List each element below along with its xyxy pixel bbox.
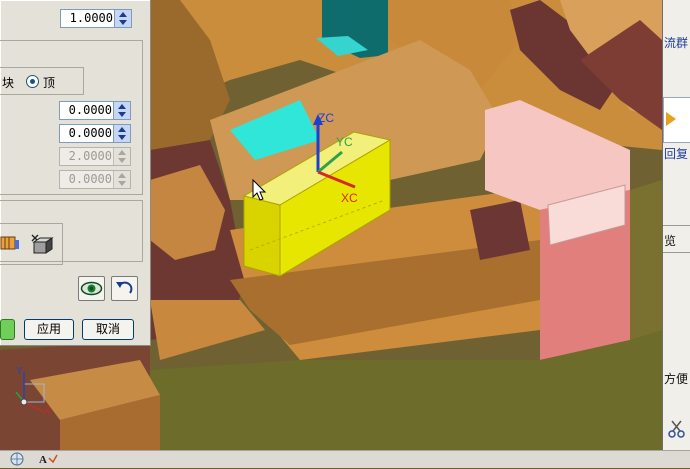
offset-spinner-1[interactable]: 0.0000 [59, 101, 131, 120]
olive-side [630, 180, 662, 340]
notch [470, 200, 530, 260]
status-bar: A [0, 450, 690, 468]
position-group: 块 顶 0.0000 0.0000 2.0000 0.0000 [0, 40, 143, 195]
yc-label: YC [336, 135, 353, 149]
tools-group [0, 200, 143, 265]
selection-box-side [243, 195, 281, 277]
tools-box [0, 223, 63, 265]
radio-top-button[interactable] [26, 75, 39, 88]
radio-top-label[interactable]: 顶 [43, 74, 55, 91]
offset-1-spin-buttons[interactable] [113, 102, 130, 119]
offset-value-3: 2.0000 [68, 149, 112, 163]
triad-x-label: X [44, 406, 51, 417]
zc-label: ZC [318, 111, 334, 125]
offset-value-4: 0.0000 [68, 172, 112, 186]
offset-3-spin-buttons[interactable] [113, 148, 130, 165]
globe-icon[interactable] [10, 452, 24, 466]
top-value-spin-buttons[interactable] [114, 10, 131, 27]
offset-value-1: 0.0000 [68, 103, 112, 117]
preview-button[interactable] [78, 276, 105, 301]
cancel-button[interactable]: 取消 [82, 319, 134, 340]
undo-button[interactable] [111, 276, 138, 301]
block-tool-icon[interactable] [0, 233, 20, 253]
panel-text-1[interactable]: 流群 [664, 34, 688, 51]
panel-text-4: 方便 [664, 372, 689, 386]
offset-spinner-2[interactable]: 0.0000 [59, 124, 131, 143]
triad-y-label: Y [16, 366, 23, 377]
apply-button[interactable]: 应用 [24, 319, 74, 340]
scissors-icon[interactable] [666, 418, 688, 440]
undo-arrow-icon [116, 281, 133, 294]
svg-text:A: A [39, 454, 47, 466]
xc-label: XC [341, 191, 358, 205]
panel-text-3[interactable]: 览 [664, 232, 676, 249]
panel-divider-2 [663, 252, 690, 253]
top-value-spinner[interactable]: 1.0000 [60, 9, 132, 28]
offset-value-2: 0.0000 [68, 126, 112, 140]
offset-2-spin-buttons[interactable] [113, 125, 130, 142]
panel-box [663, 97, 690, 143]
eye-icon [80, 281, 103, 296]
right-side-panel: 流群 回复 览 方便 [662, 0, 690, 450]
block-dialog: 1.0000 块 顶 0.0000 0.0000 2.0000 0.0000 应… [0, 0, 151, 346]
offset-spinner-3[interactable]: 2.0000 [59, 147, 131, 166]
text-format-icon[interactable]: A [38, 452, 60, 466]
ok-button[interactable] [0, 319, 15, 340]
panel-divider-1 [663, 225, 690, 226]
top-value: 1.0000 [69, 11, 113, 25]
play-arrow-icon[interactable] [666, 112, 676, 126]
panel-text-2[interactable]: 回复 [664, 145, 688, 162]
radio-group: 块 顶 [0, 67, 84, 95]
split-body-icon[interactable] [30, 233, 56, 255]
offset-4-spin-buttons[interactable] [113, 171, 130, 188]
offset-spinner-4[interactable]: 0.0000 [59, 170, 131, 189]
radio-block-label[interactable]: 块 [2, 74, 14, 91]
